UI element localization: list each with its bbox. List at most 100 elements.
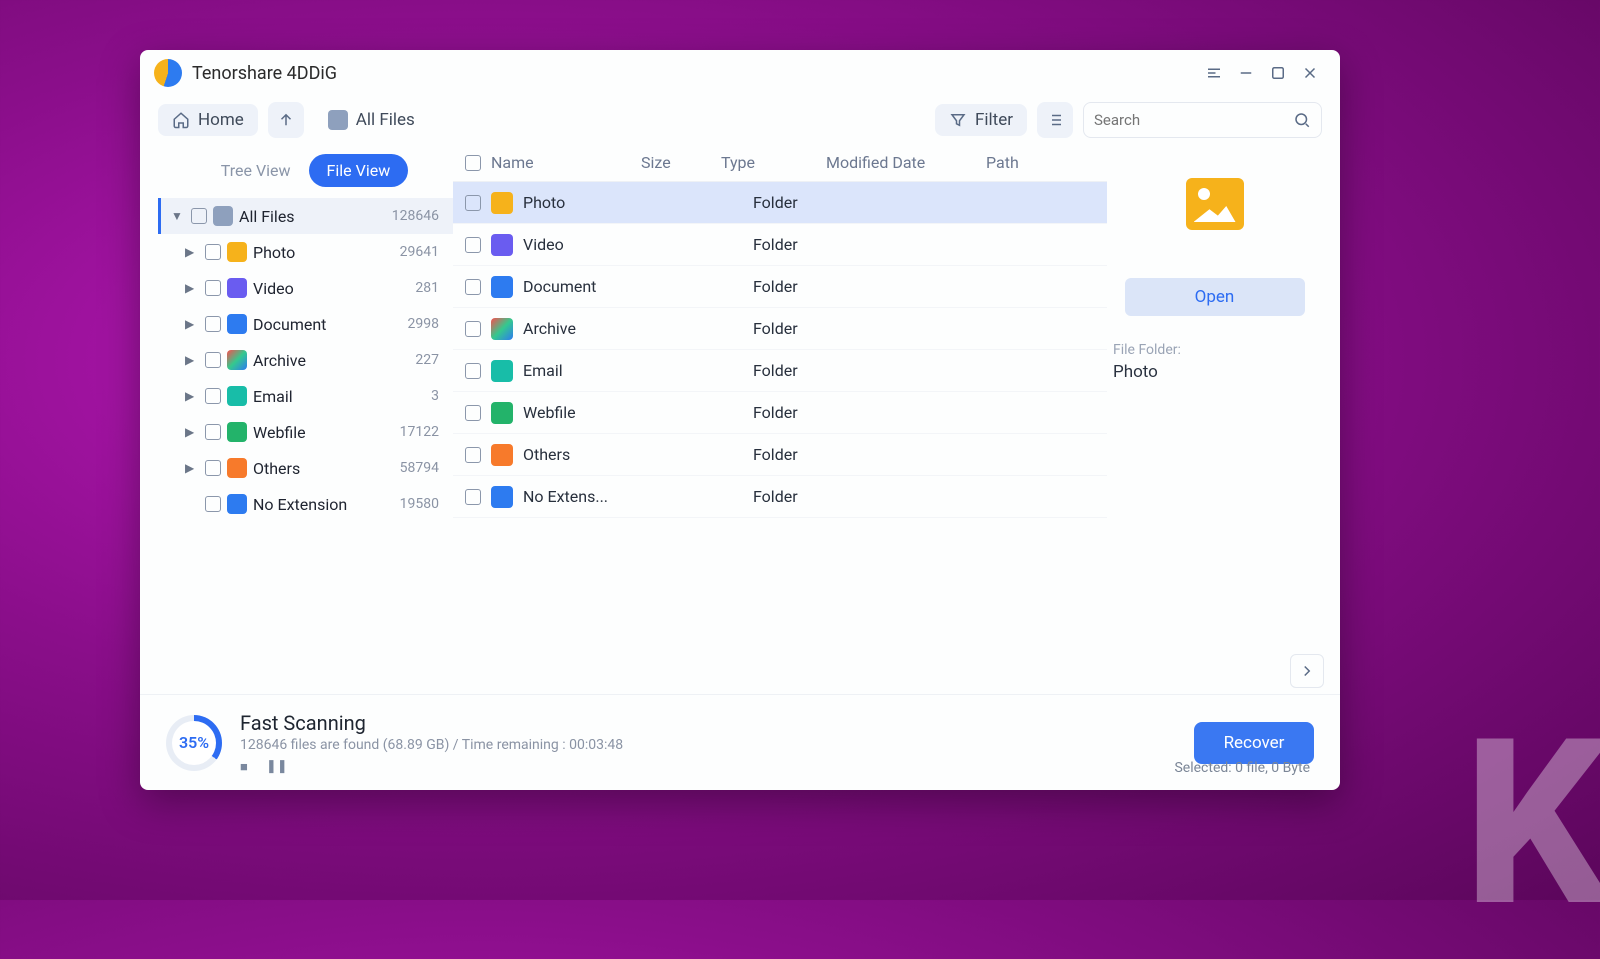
col-size[interactable]: Size [641, 153, 711, 172]
file-row[interactable]: OthersFolder [453, 434, 1107, 476]
checkbox[interactable] [465, 321, 481, 337]
checkbox[interactable] [205, 316, 221, 332]
tree-label: All Files [239, 207, 295, 226]
disk-icon [213, 206, 233, 226]
tree-label: No Extension [253, 495, 347, 514]
tree-item-archive[interactable]: ▶ Archive 227 [158, 342, 453, 378]
tree-item-email[interactable]: ▶Email3 [158, 378, 453, 414]
cell-type: Folder [753, 319, 848, 338]
checkbox[interactable] [465, 447, 481, 463]
search-box[interactable] [1083, 102, 1322, 138]
col-path[interactable]: Path [986, 153, 1107, 172]
breadcrumb[interactable]: All Files [314, 104, 429, 136]
open-button[interactable]: Open [1125, 278, 1305, 316]
preview-next-button[interactable] [1290, 654, 1324, 688]
search-icon [1293, 111, 1311, 129]
tree-item-video[interactable]: ▶Video281 [158, 270, 453, 306]
layout-toggle-button[interactable] [1037, 102, 1073, 138]
filter-icon [949, 111, 967, 129]
document-icon [227, 314, 247, 334]
tree-count: 227 [415, 352, 439, 368]
column-headers: Name Size Type Modified Date Path [453, 144, 1107, 182]
tree-item-webfile[interactable]: ▶Webfile17122 [158, 414, 453, 450]
search-input[interactable] [1094, 111, 1293, 129]
minimize-button[interactable] [1230, 57, 1262, 89]
scan-stop-button[interactable]: ■ [240, 759, 248, 775]
checkbox[interactable] [205, 280, 221, 296]
checkbox[interactable] [465, 405, 481, 421]
preview-panel: Open File Folder: Photo [1107, 144, 1322, 694]
caret-down-icon[interactable]: ▼ [171, 209, 185, 223]
checkbox[interactable] [205, 352, 221, 368]
tree-label: Others [253, 459, 300, 478]
caret-right-icon[interactable]: ▶ [185, 461, 199, 475]
menu-icon[interactable] [1198, 57, 1230, 89]
checkbox[interactable] [205, 460, 221, 476]
folder-icon [491, 318, 513, 340]
scan-pause-button[interactable]: ❚❚ [266, 759, 288, 775]
tab-file-view[interactable]: File View [309, 154, 409, 187]
tree-item-others[interactable]: ▶Others58794 [158, 450, 453, 486]
select-all-checkbox[interactable] [465, 155, 481, 171]
file-row[interactable]: PhotoFolder [453, 182, 1107, 224]
checkbox[interactable] [205, 496, 221, 512]
caret-right-icon[interactable]: ▶ [185, 245, 199, 259]
cell-type: Folder [753, 487, 848, 506]
caret-right-icon[interactable]: ▶ [185, 389, 199, 403]
filter-button[interactable]: Filter [935, 104, 1027, 136]
cell-type: Folder [753, 277, 848, 296]
others-icon [227, 458, 247, 478]
cell-name: Email [523, 361, 663, 380]
tree-item-noext[interactable]: No Extension 19580 [158, 486, 453, 522]
file-row[interactable]: No Extens... Folder [453, 476, 1107, 518]
file-row[interactable]: EmailFolder [453, 350, 1107, 392]
app-logo-icon [154, 59, 182, 87]
checkbox[interactable] [205, 424, 221, 440]
up-button[interactable] [268, 102, 304, 138]
close-button[interactable] [1294, 57, 1326, 89]
file-row[interactable]: ArchiveFolder [453, 308, 1107, 350]
cell-name: Photo [523, 193, 663, 212]
checkbox[interactable] [465, 363, 481, 379]
recover-button[interactable]: Recover [1194, 722, 1314, 764]
tree-root-all-files[interactable]: ▼ All Files 128646 [158, 198, 453, 234]
checkbox[interactable] [191, 208, 207, 224]
col-modified-date[interactable]: Modified Date [826, 153, 976, 172]
preview-meta: File Folder: Photo [1113, 342, 1181, 382]
tree-count: 128646 [392, 208, 439, 224]
scan-title: Fast Scanning [240, 711, 623, 735]
file-row[interactable]: DocumentFolder [453, 266, 1107, 308]
file-row[interactable]: VideoFolder [453, 224, 1107, 266]
photo-icon [227, 242, 247, 262]
preview-thumbnail-icon [1186, 178, 1244, 230]
left-panel: Tree View File View ▼ All Files 128646 ▶… [158, 144, 453, 694]
tree-count: 19580 [400, 496, 439, 512]
checkbox[interactable] [205, 244, 221, 260]
scan-subtitle: 128646 files are found (68.89 GB) / Time… [240, 737, 623, 753]
caret-right-icon[interactable]: ▶ [185, 425, 199, 439]
toolbar: Home All Files Filter [140, 96, 1340, 144]
home-button[interactable]: Home [158, 104, 258, 136]
tree-item-document[interactable]: ▶Document2998 [158, 306, 453, 342]
folder-icon [491, 486, 513, 508]
checkbox[interactable] [465, 489, 481, 505]
tree-label: Archive [253, 351, 306, 370]
checkbox[interactable] [465, 279, 481, 295]
tree-item-photo[interactable]: ▶Photo29641 [158, 234, 453, 270]
tab-tree-view[interactable]: Tree View [203, 154, 309, 187]
file-row[interactable]: WebfileFolder [453, 392, 1107, 434]
checkbox[interactable] [465, 237, 481, 253]
caret-right-icon[interactable]: ▶ [185, 353, 199, 367]
cell-name: No Extens... [523, 487, 663, 506]
tree-label: Document [253, 315, 326, 334]
maximize-button[interactable] [1262, 57, 1294, 89]
folder-icon [491, 360, 513, 382]
scan-percent: 35% [179, 733, 209, 752]
selection-summary: Selected: 0 file, 0 Byte [1174, 760, 1310, 776]
col-name[interactable]: Name [491, 153, 631, 172]
caret-right-icon[interactable]: ▶ [185, 281, 199, 295]
caret-right-icon[interactable]: ▶ [185, 317, 199, 331]
col-type[interactable]: Type [721, 153, 816, 172]
checkbox[interactable] [465, 195, 481, 211]
checkbox[interactable] [205, 388, 221, 404]
